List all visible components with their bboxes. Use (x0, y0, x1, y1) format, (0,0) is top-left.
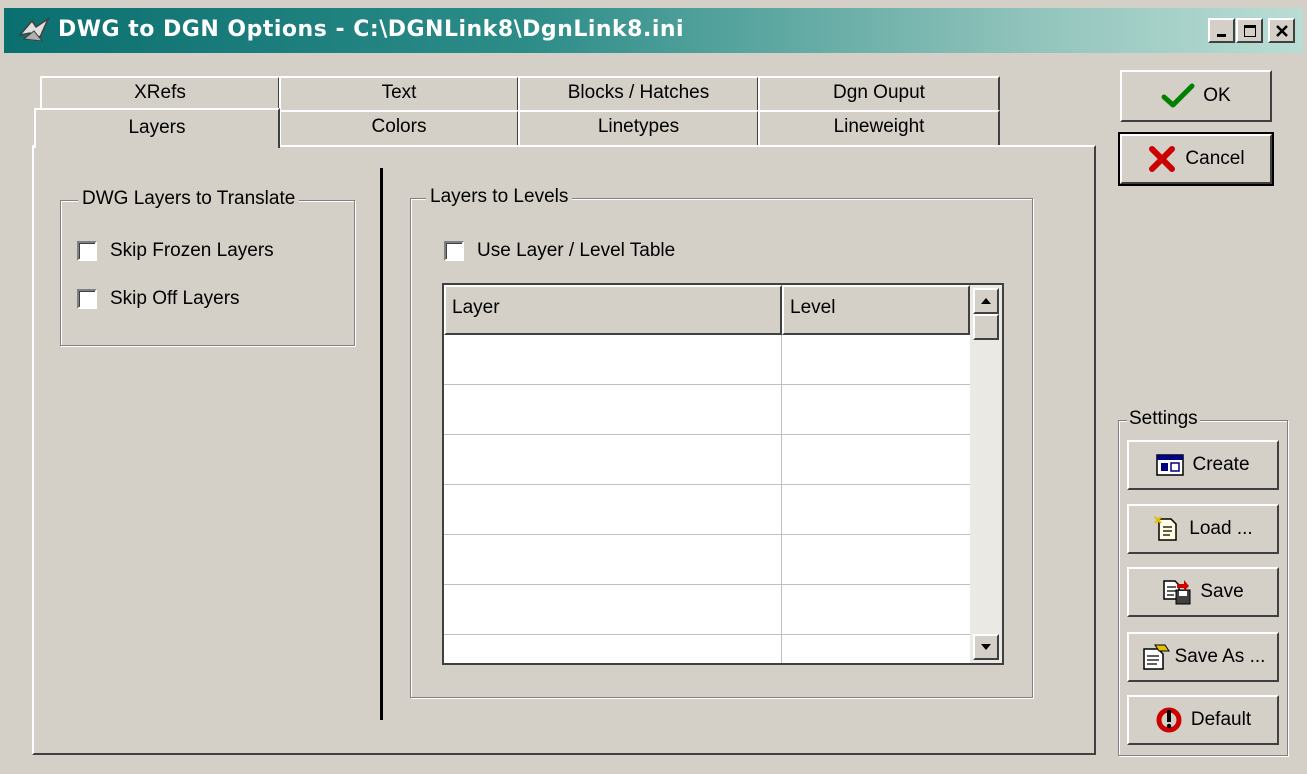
tab-linetypes[interactable]: Linetypes (518, 110, 759, 146)
dialog-window: DWG to DGN Options - C:\DGNLink8\DgnLink… (0, 0, 1307, 774)
table-cell-layer[interactable] (444, 535, 782, 584)
tab-text[interactable]: Text (279, 76, 519, 110)
maximize-icon (1243, 24, 1256, 37)
tab-lineweight[interactable]: Lineweight (758, 110, 1000, 146)
table-row[interactable] (444, 635, 970, 663)
save-files-icon (1163, 580, 1191, 605)
table-row[interactable] (444, 385, 970, 435)
load-settings-button[interactable]: Load ... (1127, 504, 1279, 554)
checkmark-icon (1161, 83, 1195, 108)
minimize-button[interactable] (1208, 18, 1235, 43)
table-row[interactable] (444, 535, 970, 585)
cancel-button[interactable]: Cancel (1120, 134, 1272, 184)
arrow-up-icon (981, 298, 991, 304)
create-settings-button[interactable]: Create (1127, 440, 1279, 490)
tab-colors[interactable]: Colors (279, 110, 519, 146)
skip-off-layers-label: Skip Off Layers (110, 288, 240, 309)
maximize-button[interactable] (1236, 18, 1263, 43)
vertical-scrollbar[interactable] (970, 285, 1002, 663)
save-as-settings-button[interactable]: Save As ... (1127, 632, 1279, 682)
cancel-x-icon (1149, 146, 1176, 172)
layers-to-levels-group-title: Layers to Levels (426, 186, 573, 208)
table-cell-level[interactable] (782, 435, 970, 484)
scroll-down-button[interactable] (973, 634, 999, 660)
cancel-button-frame: Cancel (1118, 132, 1274, 186)
tab-xrefs[interactable]: XRefs (40, 76, 280, 110)
use-layer-level-table-label: Use Layer / Level Table (477, 240, 676, 261)
create-window-icon (1156, 454, 1185, 476)
table-cell-layer[interactable] (444, 435, 782, 484)
layer-level-table[interactable]: Layer Level (442, 283, 1004, 665)
table-cell-level[interactable] (782, 385, 970, 434)
dwg-layers-group-title: DWG Layers to Translate (78, 188, 300, 210)
tab-blocks-hatches[interactable]: Blocks / Hatches (518, 76, 759, 110)
table-cell-layer[interactable] (444, 335, 782, 384)
load-file-icon (1154, 516, 1178, 541)
scroll-thumb[interactable] (973, 314, 999, 340)
arrow-down-icon (981, 644, 991, 650)
ok-button[interactable]: OK (1120, 70, 1272, 122)
skip-frozen-layers-checkbox[interactable] (77, 241, 97, 261)
table-row[interactable] (444, 435, 970, 485)
column-header-level[interactable]: Level (782, 285, 970, 335)
app-icon (18, 16, 50, 42)
scroll-up-button[interactable] (973, 288, 999, 314)
table-cell-level[interactable] (782, 585, 970, 634)
minimize-icon (1216, 33, 1226, 37)
panel-divider (380, 168, 383, 720)
close-button[interactable] (1268, 18, 1295, 43)
tab-dgn-output[interactable]: Dgn Ouput (758, 76, 1000, 110)
dwg-layers-group (60, 200, 355, 346)
table-cell-level[interactable] (782, 535, 970, 584)
use-layer-level-table-checkbox[interactable] (444, 241, 464, 261)
table-cell-level[interactable] (782, 635, 970, 663)
skip-off-layers-checkbox[interactable] (77, 289, 97, 309)
table-cell-level[interactable] (782, 335, 970, 384)
close-icon (1275, 24, 1288, 37)
column-header-layer[interactable]: Layer (444, 285, 782, 335)
table-body (444, 335, 970, 663)
save-as-icon (1142, 644, 1170, 670)
window-title: DWG to DGN Options - C:\DGNLink8\DgnLink… (58, 17, 685, 42)
table-cell-layer[interactable] (444, 635, 782, 663)
default-settings-button[interactable]: Default (1127, 695, 1279, 745)
tab-layers[interactable]: Layers (34, 108, 280, 148)
table-cell-level[interactable] (782, 485, 970, 534)
table-cell-layer[interactable] (444, 385, 782, 434)
table-row[interactable] (444, 485, 970, 535)
reset-default-icon (1156, 707, 1182, 733)
skip-frozen-layers-label: Skip Frozen Layers (110, 240, 274, 261)
table-cell-layer[interactable] (444, 585, 782, 634)
settings-group-title: Settings (1127, 408, 1200, 430)
table-row[interactable] (444, 335, 970, 385)
table-row[interactable] (444, 585, 970, 635)
table-cell-layer[interactable] (444, 485, 782, 534)
save-settings-button[interactable]: Save (1127, 567, 1279, 617)
